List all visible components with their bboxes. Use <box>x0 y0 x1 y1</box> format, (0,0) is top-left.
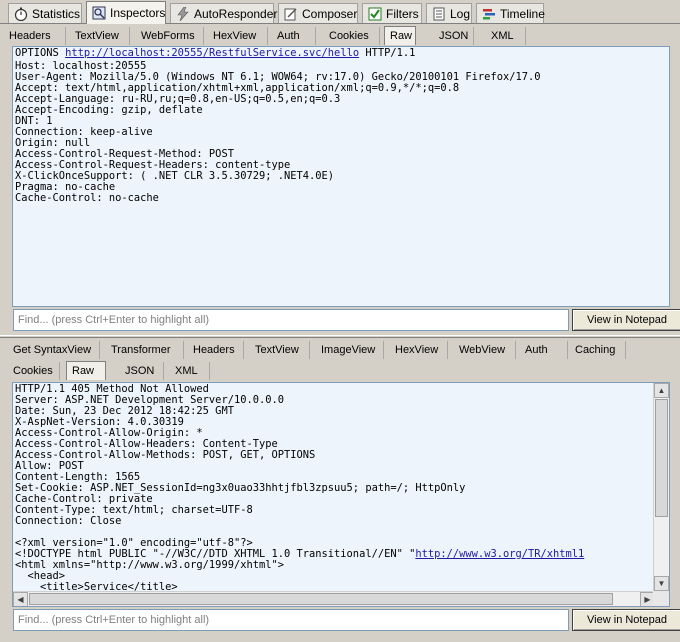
response-tab-imageview[interactable]: ImageView <box>316 341 384 359</box>
request-raw-text[interactable]: OPTIONS http://localhost:20555/RestfulSe… <box>12 46 670 307</box>
response-tab-webview[interactable]: WebView <box>454 341 516 359</box>
tab-label: Log <box>450 6 471 21</box>
scroll-down-arrow-icon[interactable]: ▼ <box>654 576 669 591</box>
checkbox-icon <box>368 6 382 22</box>
response-view-tabs-row1: Get SyntaxView Transformer Headers TextV… <box>4 339 676 359</box>
lightning-icon <box>176 6 190 22</box>
timeline-icon <box>482 6 496 22</box>
response-find-input[interactable] <box>13 609 569 631</box>
request-tab-auth[interactable]: Auth <box>272 27 316 45</box>
request-tab-hexview[interactable]: HexView <box>208 27 268 45</box>
response-tab-xml[interactable]: XML <box>170 362 210 380</box>
tab-label: Statistics <box>32 6 81 21</box>
tab-composer[interactable]: Composer <box>278 3 358 23</box>
scroll-left-arrow-icon[interactable]: ◀ <box>13 592 28 606</box>
tab-filters[interactable]: Filters <box>362 3 422 23</box>
tab-timeline[interactable]: Timeline <box>476 3 545 23</box>
response-vertical-scrollbar[interactable]: ▲ ▼ <box>653 383 669 591</box>
tab-label: AutoResponder <box>194 6 278 21</box>
tab-label: Filters <box>386 6 419 21</box>
response-tab-auth[interactable]: Auth <box>520 341 568 359</box>
request-header-lines: Host: localhost:20555 User-Agent: Mozill… <box>13 60 669 205</box>
inspectors-icon <box>92 5 106 21</box>
tab-autoresponder[interactable]: AutoResponder <box>170 3 278 23</box>
stopwatch-icon <box>14 6 28 22</box>
response-raw-text[interactable]: HTTP/1.1 405 Method Not Allowed Server: … <box>12 382 670 607</box>
response-tab-transformer[interactable]: Transformer <box>106 341 184 359</box>
request-view-tabs: Headers TextView WebForms HexView Auth C… <box>4 25 676 45</box>
scroll-up-arrow-icon[interactable]: ▲ <box>654 383 669 398</box>
request-method: OPTIONS <box>15 47 59 59</box>
request-tab-xml[interactable]: XML <box>486 27 526 45</box>
response-find-bar: View in Notepad <box>13 609 680 631</box>
response-tab-headers[interactable]: Headers <box>188 341 244 359</box>
response-tab-json[interactable]: JSON <box>120 362 164 380</box>
response-lines: HTTP/1.1 405 Method Not Allowed Server: … <box>13 383 653 594</box>
request-first-line: OPTIONS http://localhost:20555/RestfulSe… <box>13 47 669 60</box>
hscroll-thumb[interactable] <box>29 593 613 605</box>
pane-splitter[interactable] <box>0 335 680 338</box>
response-tab-textview[interactable]: TextView <box>250 341 310 359</box>
response-view-in-notepad-button[interactable]: View in Notepad <box>572 609 680 631</box>
scroll-thumb[interactable] <box>655 399 668 517</box>
tab-label: Inspectors <box>110 6 166 20</box>
tab-statistics[interactable]: Statistics <box>8 3 82 23</box>
request-http-version: HTTP/1.1 <box>365 47 416 59</box>
response-line: Connection: Close <box>15 515 122 527</box>
tab-log[interactable]: Log <box>426 3 472 23</box>
request-tab-raw[interactable]: Raw <box>384 26 416 45</box>
request-view-in-notepad-button[interactable]: View in Notepad <box>572 309 680 331</box>
request-tab-webforms[interactable]: WebForms <box>136 27 204 45</box>
header-line: Cache-Control: no-cache <box>15 192 159 204</box>
scrollbar-corner <box>653 591 669 606</box>
request-tab-cookies[interactable]: Cookies <box>324 27 380 45</box>
request-find-input[interactable] <box>13 309 569 331</box>
tab-label: Composer <box>302 6 358 21</box>
response-tab-get-syntaxview[interactable]: Get SyntaxView <box>8 341 100 359</box>
tab-inspectors[interactable]: Inspectors <box>86 1 166 24</box>
response-horizontal-scrollbar[interactable]: ◀ ▶ <box>13 591 655 606</box>
request-find-bar: View in Notepad <box>13 309 680 331</box>
response-tab-cookies[interactable]: Cookies <box>8 362 60 380</box>
response-tab-caching[interactable]: Caching <box>570 341 626 359</box>
request-url-link[interactable]: http://localhost:20555/RestfulService.sv… <box>65 47 359 59</box>
main-tab-strip: Statistics Inspectors AutoResponder Comp… <box>0 0 680 24</box>
tab-label: Timeline <box>500 6 545 21</box>
request-tab-headers[interactable]: Headers <box>4 27 66 45</box>
request-tab-textview[interactable]: TextView <box>70 27 130 45</box>
log-icon <box>432 6 446 22</box>
response-tab-raw[interactable]: Raw <box>66 361 106 380</box>
request-tab-json[interactable]: JSON <box>434 27 474 45</box>
response-tab-hexview[interactable]: HexView <box>390 341 448 359</box>
doctype-dtd-link[interactable]: http://www.w3.org/TR/xhtml1 <box>415 548 584 560</box>
response-view-tabs-row2: Cookies Raw JSON XML <box>4 360 676 380</box>
composer-icon <box>284 6 298 22</box>
